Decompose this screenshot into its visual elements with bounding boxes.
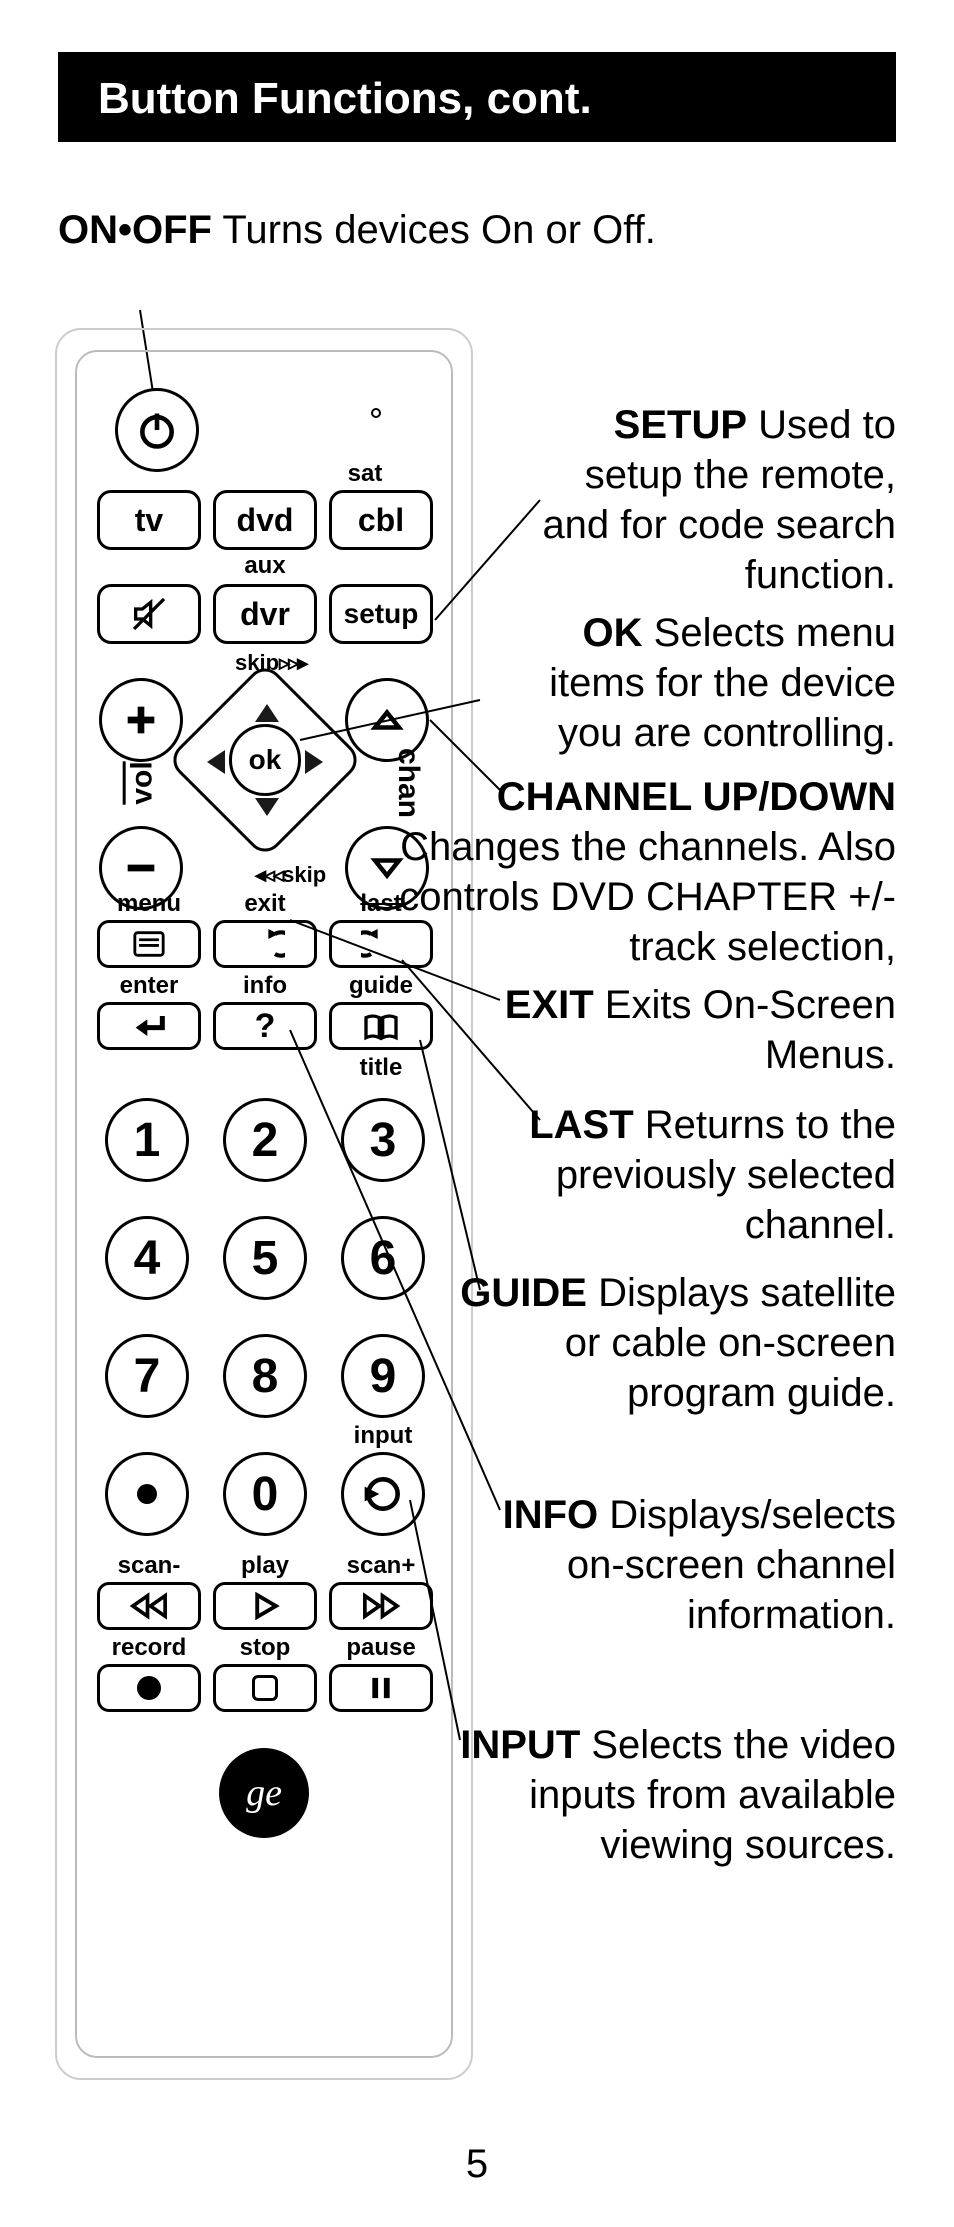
- scan-minus-button: [97, 1582, 201, 1630]
- num-6-button: 6: [341, 1216, 425, 1300]
- guide-button: [329, 1002, 433, 1050]
- dpad-up-icon: [255, 704, 279, 722]
- info-label: info: [213, 972, 317, 1000]
- dvd-button: dvd: [213, 490, 317, 550]
- onoff-description: ON•OFF Turns devices On or Off.: [58, 204, 656, 256]
- scan-minus-label: scan-: [97, 1552, 201, 1580]
- num-4-button: 4: [105, 1216, 189, 1300]
- guide-description: GUIDE Displays satellite or cable on-scr…: [456, 1268, 896, 1418]
- page-number: 5: [0, 2142, 954, 2187]
- num-5-button: 5: [223, 1216, 307, 1300]
- play-label: play: [213, 1552, 317, 1580]
- last-description: LAST Returns to the previously selected …: [526, 1100, 896, 1250]
- pause-label: pause: [329, 1634, 433, 1662]
- section-header: Button Functions, cont.: [58, 52, 896, 142]
- scan-plus-button: [329, 1582, 433, 1630]
- vol-up-button: [99, 678, 183, 762]
- title-label: title: [329, 1054, 433, 1082]
- exit-description: EXIT Exits On-Screen Menus.: [486, 980, 896, 1080]
- num-0-button: 0: [223, 1452, 307, 1536]
- info-button: ?: [213, 1002, 317, 1050]
- skip-back-label: ◂◃◃skip: [255, 862, 326, 888]
- tv-button: tv: [97, 490, 201, 550]
- stop-label: stop: [213, 1634, 317, 1662]
- guide-label: guide: [329, 972, 433, 1000]
- mute-button: [97, 584, 201, 644]
- num-1-button: 1: [105, 1098, 189, 1182]
- enter-label: enter: [97, 972, 201, 1000]
- setup-button: setup: [329, 584, 433, 644]
- dpad-down-icon: [255, 798, 279, 816]
- num-8-button: 8: [223, 1334, 307, 1418]
- aux-label: aux: [230, 552, 300, 580]
- cbl-button: cbl: [329, 490, 433, 550]
- ok-button: ok: [229, 724, 301, 796]
- power-button: [115, 388, 199, 472]
- menu-label: menu: [97, 890, 201, 918]
- record-label: record: [97, 1634, 201, 1662]
- dvr-button: dvr: [213, 584, 317, 644]
- input-description: INPUT Selects the video inputs from avai…: [446, 1720, 896, 1870]
- dot-button: [105, 1452, 189, 1536]
- stop-button: [213, 1664, 317, 1712]
- num-9-button: 9: [341, 1334, 425, 1418]
- info-description: INFO Displays/selects on-screen channel …: [476, 1490, 896, 1640]
- pause-button: [329, 1664, 433, 1712]
- exit-label: exit: [213, 890, 317, 918]
- exit-button: [213, 920, 317, 968]
- chan-description: CHANNEL UP/DOWN Changes the channels. Al…: [396, 772, 896, 972]
- led-indicator: [371, 408, 381, 418]
- dpad-right-icon: [305, 750, 323, 774]
- menu-button: [97, 920, 201, 968]
- enter-button: [97, 1002, 201, 1050]
- record-button: [97, 1664, 201, 1712]
- input-label: input: [341, 1422, 425, 1450]
- remote-diagram: sat tv dvd cbl aux dvr setup skip▹▹▸ ok …: [55, 328, 473, 2080]
- play-button: [213, 1582, 317, 1630]
- sat-label: sat: [335, 460, 395, 488]
- num-2-button: 2: [223, 1098, 307, 1182]
- setup-description: SETUP Used to setup the remote, and for …: [516, 400, 896, 600]
- vol-label: vol: [126, 761, 160, 804]
- input-button: [341, 1452, 425, 1536]
- dpad-left-icon: [207, 750, 225, 774]
- ok-description: OK Selects menu items for the device you…: [486, 608, 896, 758]
- num-7-button: 7: [105, 1334, 189, 1418]
- ge-logo: ge: [219, 1748, 309, 1838]
- num-3-button: 3: [341, 1098, 425, 1182]
- scan-plus-label: scan+: [329, 1552, 433, 1580]
